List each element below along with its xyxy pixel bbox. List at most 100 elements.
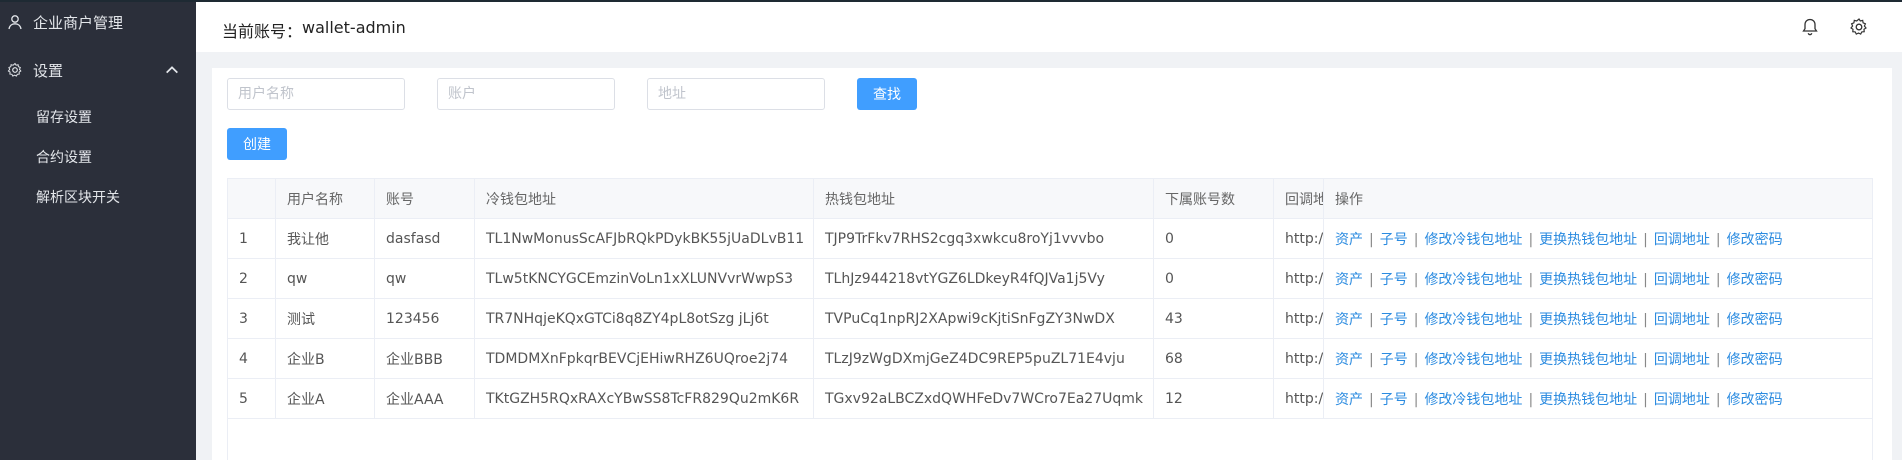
cell-index: 1: [227, 218, 276, 259]
table-header-row: 用户名称 账号 冷钱包地址 热钱包地址 下属账号数 回调地 操作: [227, 178, 1873, 219]
cell-sub-accounts: 12: [1153, 378, 1274, 419]
action-change-hot-wallet-link[interactable]: 更换热钱包地址: [1539, 312, 1637, 328]
account-prefix: 当前账号：: [222, 22, 303, 41]
cell-actions: 资产 | 子号 | 修改冷钱包地址 | 更换热钱包地址 | 回调地址 | 修改密码: [1323, 218, 1873, 259]
action-separator: |: [1643, 231, 1648, 248]
action-callback-address-link[interactable]: 回调地址: [1654, 232, 1710, 248]
action-assets-link[interactable]: 资产: [1335, 232, 1363, 248]
action-assets-link[interactable]: 资产: [1335, 392, 1363, 408]
action-change-hot-wallet-link[interactable]: 更换热钱包地址: [1539, 392, 1637, 408]
cell-index: 3: [227, 298, 276, 339]
cell-sub-accounts: 0: [1153, 258, 1274, 299]
cell-sub-accounts: 43: [1153, 298, 1274, 339]
cell-actions: 资产 | 子号 | 修改冷钱包地址 | 更换热钱包地址 | 回调地址 | 修改密码: [1323, 338, 1873, 379]
sidebar-item-merchant-management[interactable]: 企业商户管理: [0, 10, 196, 34]
cell-callback: http://: [1273, 218, 1324, 259]
column-header-username: 用户名称: [275, 178, 375, 219]
action-change-hot-wallet-link[interactable]: 更换热钱包地址: [1539, 352, 1637, 368]
account-input[interactable]: [437, 78, 615, 110]
action-separator: |: [1369, 351, 1374, 368]
address-input[interactable]: [647, 78, 825, 110]
bell-icon[interactable]: [1800, 17, 1820, 37]
sidebar-item-label: 企业商户管理: [33, 13, 124, 32]
action-edit-cold-wallet-link[interactable]: 修改冷钱包地址: [1424, 232, 1522, 248]
column-header-sub-accounts: 下属账号数: [1153, 178, 1274, 219]
action-edit-cold-wallet-link[interactable]: 修改冷钱包地址: [1424, 272, 1522, 288]
cell-actions: 资产 | 子号 | 修改冷钱包地址 | 更换热钱包地址 | 回调地址 | 修改密码: [1323, 258, 1873, 299]
action-assets-link[interactable]: 资产: [1335, 312, 1363, 328]
cell-index: 2: [227, 258, 276, 299]
settings-gear-icon[interactable]: [1849, 17, 1869, 37]
sidebar-item-retention-settings[interactable]: 留存设置: [36, 108, 92, 128]
cell-username: 企业A: [275, 378, 375, 419]
action-sub-accounts-link[interactable]: 子号: [1380, 232, 1408, 248]
cell-account: 123456: [374, 298, 475, 339]
sidebar-item-contract-settings[interactable]: 合约设置: [36, 148, 92, 168]
cell-username: 测试: [275, 298, 375, 339]
action-callback-address-link[interactable]: 回调地址: [1654, 312, 1710, 328]
action-separator: |: [1369, 231, 1374, 248]
action-edit-cold-wallet-link[interactable]: 修改冷钱包地址: [1424, 312, 1522, 328]
action-change-password-link[interactable]: 修改密码: [1727, 352, 1783, 368]
main-content: 查找 创建 用户名称 账号 冷钱包地址 热钱包地址 下属账号数 回调地 操作 1…: [212, 68, 1892, 460]
table-row: 1 我让他 dasfasd TL1NwMonusScAFJbRQkPDykBK55jU…: [227, 218, 1873, 259]
action-separator: |: [1369, 271, 1374, 288]
empty-cell: [813, 418, 1154, 460]
column-header-cold-wallet: 冷钱包地址: [474, 178, 814, 219]
action-sub-accounts-link[interactable]: 子号: [1380, 392, 1408, 408]
cell-cold-wallet: TLw5tKNCYGCEmzinVoLn1xXLUNVvrWwpS3: [474, 258, 814, 299]
cell-callback: http://: [1273, 258, 1324, 299]
action-separator: |: [1369, 311, 1374, 328]
action-change-password-link[interactable]: 修改密码: [1727, 312, 1783, 328]
table-row: 4 企业B 企业BBB TDMDMXnFpkqrBEVCjEHiwRHZ6UQroe2…: [227, 338, 1873, 379]
action-edit-cold-wallet-link[interactable]: 修改冷钱包地址: [1424, 352, 1522, 368]
cell-hot-wallet: TVPuCq1npRJ2XApwi9cKjtiSnFgZY3NwDX: [813, 298, 1154, 339]
gear-icon: [7, 62, 23, 78]
action-callback-address-link[interactable]: 回调地址: [1654, 272, 1710, 288]
merchant-table: 用户名称 账号 冷钱包地址 热钱包地址 下属账号数 回调地 操作 1 我让他 das…: [227, 178, 1873, 460]
cell-sub-accounts: 0: [1153, 218, 1274, 259]
action-callback-address-link[interactable]: 回调地址: [1654, 352, 1710, 368]
action-separator: |: [1643, 311, 1648, 328]
action-change-hot-wallet-link[interactable]: 更换热钱包地址: [1539, 272, 1637, 288]
action-edit-cold-wallet-link[interactable]: 修改冷钱包地址: [1424, 392, 1522, 408]
action-separator: |: [1643, 271, 1648, 288]
cell-account: 企业AAA: [374, 378, 475, 419]
cell-sub-accounts: 68: [1153, 338, 1274, 379]
cell-actions: 资产 | 子号 | 修改冷钱包地址 | 更换热钱包地址 | 回调地址 | 修改密码: [1323, 298, 1873, 339]
action-assets-link[interactable]: 资产: [1335, 352, 1363, 368]
action-sub-accounts-link[interactable]: 子号: [1380, 352, 1408, 368]
empty-cell: [227, 418, 276, 460]
action-change-password-link[interactable]: 修改密码: [1727, 392, 1783, 408]
cell-cold-wallet: TR7NHqjeKQxGTCi8q8ZY4pL8otSzg jLj6t: [474, 298, 814, 339]
username-input[interactable]: [227, 78, 405, 110]
sidebar-item-block-parsing-switch[interactable]: 解析区块开关: [36, 188, 120, 208]
action-change-hot-wallet-link[interactable]: 更换热钱包地址: [1539, 232, 1637, 248]
action-callback-address-link[interactable]: 回调地址: [1654, 392, 1710, 408]
column-header-hot-wallet: 热钱包地址: [813, 178, 1154, 219]
search-button[interactable]: 查找: [857, 78, 917, 110]
action-sub-accounts-link[interactable]: 子号: [1380, 272, 1408, 288]
cell-callback: http://: [1273, 338, 1324, 379]
column-header-callback: 回调地: [1273, 178, 1324, 219]
create-button[interactable]: 创建: [227, 128, 287, 160]
sidebar-item-label: 设置: [33, 61, 64, 80]
action-separator: |: [1715, 311, 1721, 328]
cell-hot-wallet: TLhJz944218vtYGZ6LDkeyR4fQJVa1j5Vy: [813, 258, 1154, 299]
table-empty-space: [227, 418, 1873, 460]
action-separator: |: [1413, 391, 1419, 408]
action-change-password-link[interactable]: 修改密码: [1727, 232, 1783, 248]
action-assets-link[interactable]: 资产: [1335, 272, 1363, 288]
sidebar: 企业商户管理 设置 留存设置 合约设置 解析区块开关: [0, 0, 196, 460]
action-change-password-link[interactable]: 修改密码: [1727, 272, 1783, 288]
action-sub-accounts-link[interactable]: 子号: [1380, 312, 1408, 328]
chevron-up-icon[interactable]: [164, 62, 178, 74]
sidebar-item-settings[interactable]: 设置: [0, 58, 196, 82]
action-separator: |: [1528, 311, 1534, 328]
empty-cell: [1153, 418, 1274, 460]
action-separator: |: [1413, 231, 1419, 248]
empty-cell: [1323, 418, 1873, 460]
cell-cold-wallet: TDMDMXnFpkqrBEVCjEHiwRHZ6UQroe2j74: [474, 338, 814, 379]
action-separator: |: [1369, 391, 1374, 408]
table-row: 2 qw qw TLw5tKNCYGCEmzinVoLn1xXLUNVvrWwpS3 T…: [227, 258, 1873, 299]
